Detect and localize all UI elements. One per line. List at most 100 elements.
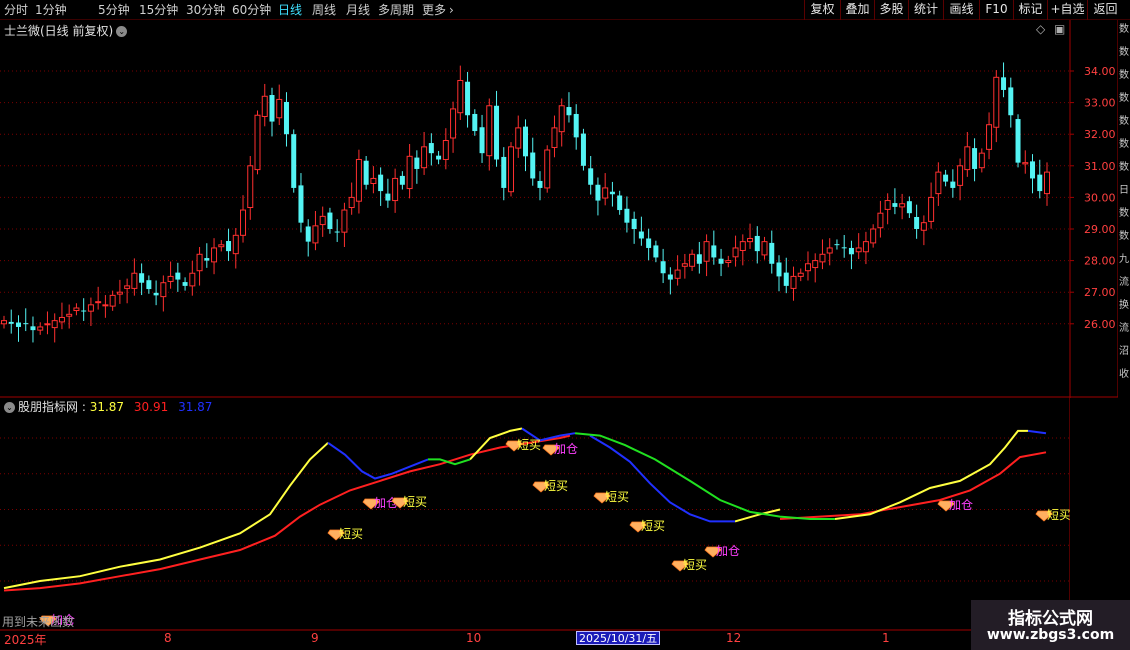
future-function-note: 用到未来函数 (2, 615, 75, 629)
last-value-box (1070, 507, 1118, 521)
candle-body-up (797, 272, 804, 277)
candle-body-up (551, 127, 558, 148)
candle-body-down (139, 273, 145, 283)
draw-line-button[interactable]: 画线 (943, 0, 979, 20)
candle-body-down (175, 272, 181, 280)
signal-label: 加仓 (374, 496, 398, 510)
chevron-down-icon[interactable]: ⌄ (116, 26, 128, 37)
candle-body-up (44, 323, 51, 326)
period-tab-weekly[interactable]: 周线 (312, 1, 336, 19)
statistics-button[interactable]: 统计 (908, 0, 943, 20)
signal-label: 短买 (683, 558, 707, 572)
candle-body-down (204, 258, 210, 261)
period-tab-5min[interactable]: 5分钟 (98, 1, 130, 19)
period-tab-1min[interactable]: 1分钟 (35, 1, 67, 19)
indicator-line-blue (327, 441, 429, 480)
candle-body-up (703, 241, 710, 262)
candle-body-up (66, 313, 73, 317)
mark-button[interactable]: 标记 (1013, 0, 1047, 20)
candle-body-up (920, 222, 927, 231)
signal-label: 加仓 (554, 442, 578, 456)
candle-body-up (515, 127, 522, 149)
candle-body-up (261, 95, 268, 118)
candle-body-up (1022, 162, 1029, 165)
indicator-line-red (3, 434, 571, 592)
diamond-icon (362, 498, 380, 510)
window-icon[interactable]: ▣ (1054, 22, 1065, 36)
price-tick-label: 31.00 (1084, 160, 1116, 173)
chevron-right-icon[interactable]: › (449, 1, 454, 19)
short-buy-signal: 短买 (1035, 508, 1071, 522)
period-tab-intraday[interactable]: 分时 (4, 1, 28, 19)
candle-body-up (276, 98, 283, 119)
candle-body-up (58, 316, 65, 323)
back-button[interactable]: 返回 (1087, 0, 1123, 20)
stock-title: 士兰微(日线 前复权) (4, 24, 114, 38)
price-tick-label: 34.00 (1084, 65, 1116, 78)
candle-body-up (928, 196, 935, 222)
candle-body-up (957, 165, 964, 186)
f10-button[interactable]: F10 (979, 0, 1013, 20)
overlay-button[interactable]: 叠加 (840, 0, 874, 20)
candle-body-up (761, 241, 768, 256)
candle-body-down (914, 216, 920, 229)
candle-body-down (182, 282, 188, 286)
diamond-icon (593, 492, 611, 504)
candle-body-up (790, 275, 797, 289)
multi-stock-button[interactable]: 多股 (874, 0, 908, 20)
candle-body-down (291, 134, 297, 188)
candle-body-down (783, 272, 789, 286)
indicator-axis-bg (1070, 398, 1130, 630)
candle-body-up (935, 171, 942, 195)
candle-body-up (725, 260, 732, 263)
candle-body-down (754, 235, 760, 252)
candle-body-up (689, 253, 696, 267)
indicator-value-yellow: 31.87 (89, 400, 125, 414)
candle-body-up (341, 209, 348, 233)
candle-body-up (899, 203, 906, 208)
candle-body-up (124, 285, 131, 289)
candle-body-down (537, 180, 543, 188)
indicator-title: ⌄ 股朋指标网 : 31.87 30.91 31.87 (4, 398, 212, 415)
candle-body-down (638, 231, 644, 239)
candle-body-up (421, 146, 428, 169)
period-tab-60min[interactable]: 60分钟 (232, 1, 271, 19)
candle-body-down (1001, 77, 1007, 90)
short-buy-signal: 短买 (327, 527, 363, 541)
candle-body-up (804, 263, 811, 272)
period-tab-15min[interactable]: 15分钟 (139, 1, 178, 19)
period-tab-30min[interactable]: 30分钟 (186, 1, 225, 19)
candle-body-down (892, 203, 898, 207)
candle-body-down (841, 247, 847, 249)
diamond-icon (327, 529, 345, 541)
candle-body-down (479, 127, 485, 154)
restore-rights-button[interactable]: 复权 (804, 0, 840, 20)
diamond-icon[interactable]: ◇ (1036, 22, 1045, 36)
side-strip-glyph: 流 (1119, 323, 1129, 334)
chevron-down-icon[interactable]: ⌄ (4, 402, 15, 413)
candle-body-down (436, 155, 442, 160)
add-watchlist-button[interactable]: +自选 (1047, 0, 1087, 20)
period-tab-monthly[interactable]: 月线 (346, 1, 370, 19)
side-strip-glyph: 收 (1119, 369, 1129, 380)
short-buy-signal: 短买 (532, 479, 568, 493)
period-tab-more[interactable]: 更多 (422, 1, 446, 19)
signal-label: 短买 (1047, 508, 1071, 522)
candle-body-down (465, 81, 471, 116)
candle-body-down (660, 261, 666, 274)
candle-body-up (450, 108, 457, 139)
candlestick-chart[interactable]: 34.00 33.00 32.00 31.00 30.00 29.00 28.00 27.00… (0, 0, 1130, 650)
indicator-tick-label: 28.5 (1098, 503, 1123, 516)
candle-body-down (23, 323, 29, 325)
candle-body-down (472, 113, 478, 132)
candle-body-up (964, 146, 971, 171)
period-tab-multi[interactable]: 多周期 (378, 1, 414, 19)
period-tab-daily[interactable]: 日线 (278, 1, 302, 19)
candle-body-down (1015, 119, 1021, 163)
main-chart-title: 士兰微(日线 前复权) ⌄ (4, 22, 128, 39)
candle-body-down (769, 242, 775, 264)
indicator-tick-label: 31.50 (1098, 432, 1130, 445)
signal-label: 加仓 (949, 498, 973, 512)
price-tick-label: 29.00 (1084, 223, 1116, 236)
candle-body-down (414, 157, 420, 169)
